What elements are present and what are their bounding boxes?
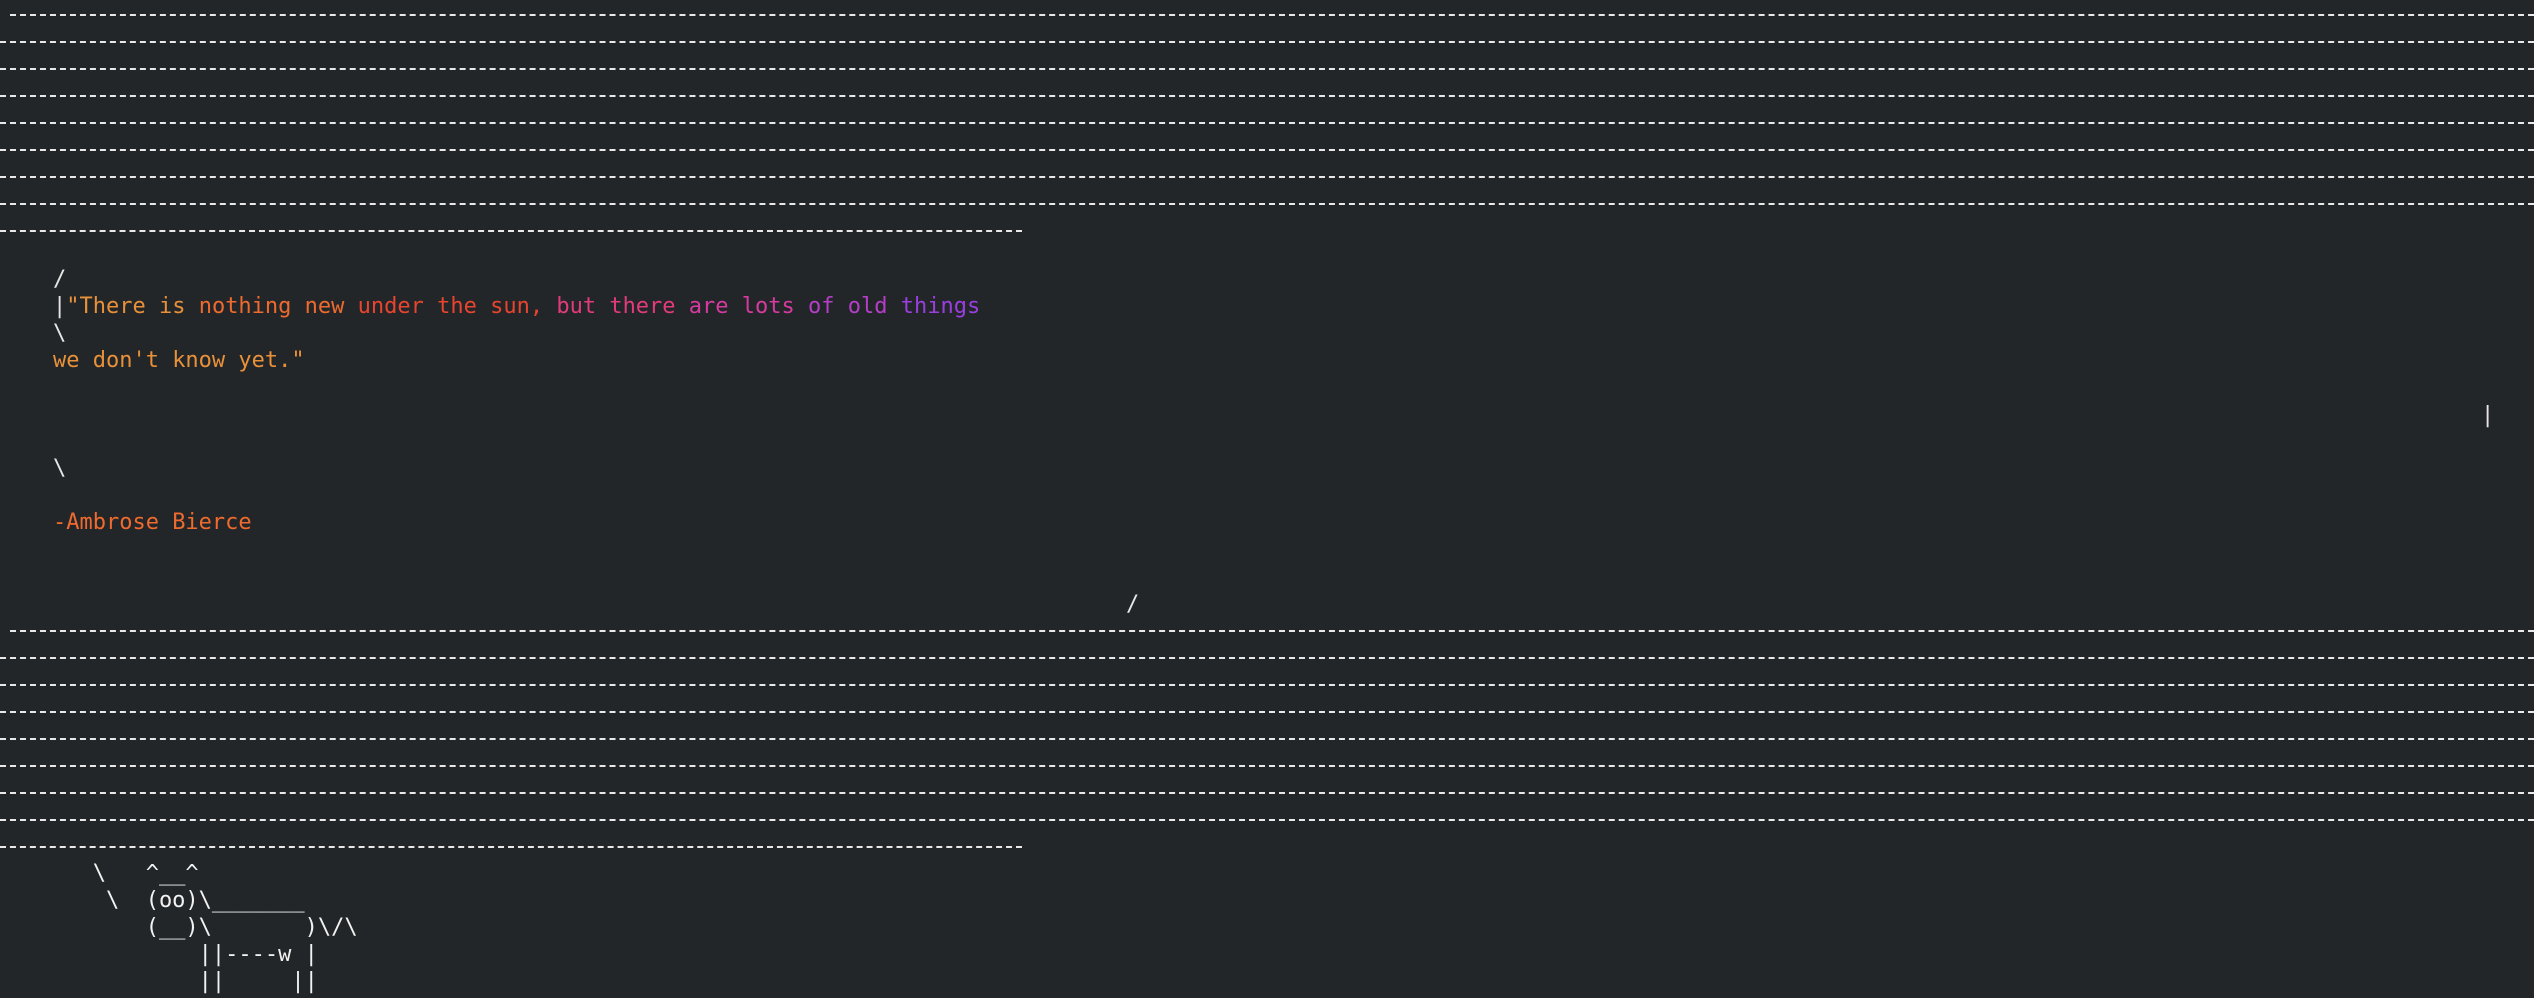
- speech-bubble-bottom-border: [0, 643, 2534, 670]
- bubble-right-edge: |: [2481, 403, 2495, 428]
- bubble-left-edge: \: [52, 456, 67, 481]
- speech-bubble-bottom-border: [0, 751, 2534, 778]
- speech-bubble-bottom-border: [0, 670, 2534, 697]
- bubble-right-edge: /: [1126, 592, 1140, 617]
- bubble-left-edge: |: [52, 294, 67, 319]
- quote-text-continuation: we don't know yet.": [52, 348, 305, 373]
- terminal-window[interactable]: / "There is nothing new under the sun, b…: [0, 0, 2534, 998]
- quote-fragment: "There is: [66, 294, 186, 319]
- speech-bubble-bottom-border: [0, 697, 2534, 724]
- quote-line-2: | we don't know yet.": [0, 266, 305, 373]
- quote-author: -Ambrose Bierce: [52, 510, 252, 535]
- quote-fragment: under the sun,: [344, 294, 544, 319]
- quote-fragment: things: [887, 294, 981, 319]
- speech-bubble-top-border: [0, 54, 2534, 81]
- speech-bubble-bottom-border: [0, 778, 2534, 805]
- cowsay-ascii-art: \ ^__^ \ (oo)\_______ (__)\ )\/\ ||----w…: [92, 861, 358, 994]
- quote-fragment: but there: [543, 294, 676, 319]
- quote-line-1: / "There is nothing new under the sun, b…: [0, 239, 993, 346]
- speech-bubble-top-border: [0, 27, 2534, 54]
- speech-bubble-bottom-border: [0, 832, 1022, 859]
- speech-bubble-top-border: [0, 0, 2534, 27]
- speech-bubble-top-border: [0, 162, 2534, 189]
- speech-bubble-top-border: [0, 189, 2534, 216]
- speech-bubble-top-border: [0, 108, 2534, 135]
- quote-fragment: are lots: [675, 294, 795, 319]
- speech-bubble-bottom-border: [0, 616, 2534, 643]
- speech-bubble-top-border: [0, 81, 2534, 108]
- speech-bubble-bottom-border: [0, 724, 2534, 751]
- quote-fragment: of old: [794, 294, 888, 319]
- quote-fragment: nothing new: [185, 294, 345, 319]
- speech-bubble-bottom-border: [0, 805, 2534, 832]
- speech-bubble-top-border: [0, 135, 2534, 162]
- author-line: \ -Ambrose Bierce: [0, 428, 252, 535]
- quote-text: "There is nothing new under the sun, but…: [53, 294, 993, 319]
